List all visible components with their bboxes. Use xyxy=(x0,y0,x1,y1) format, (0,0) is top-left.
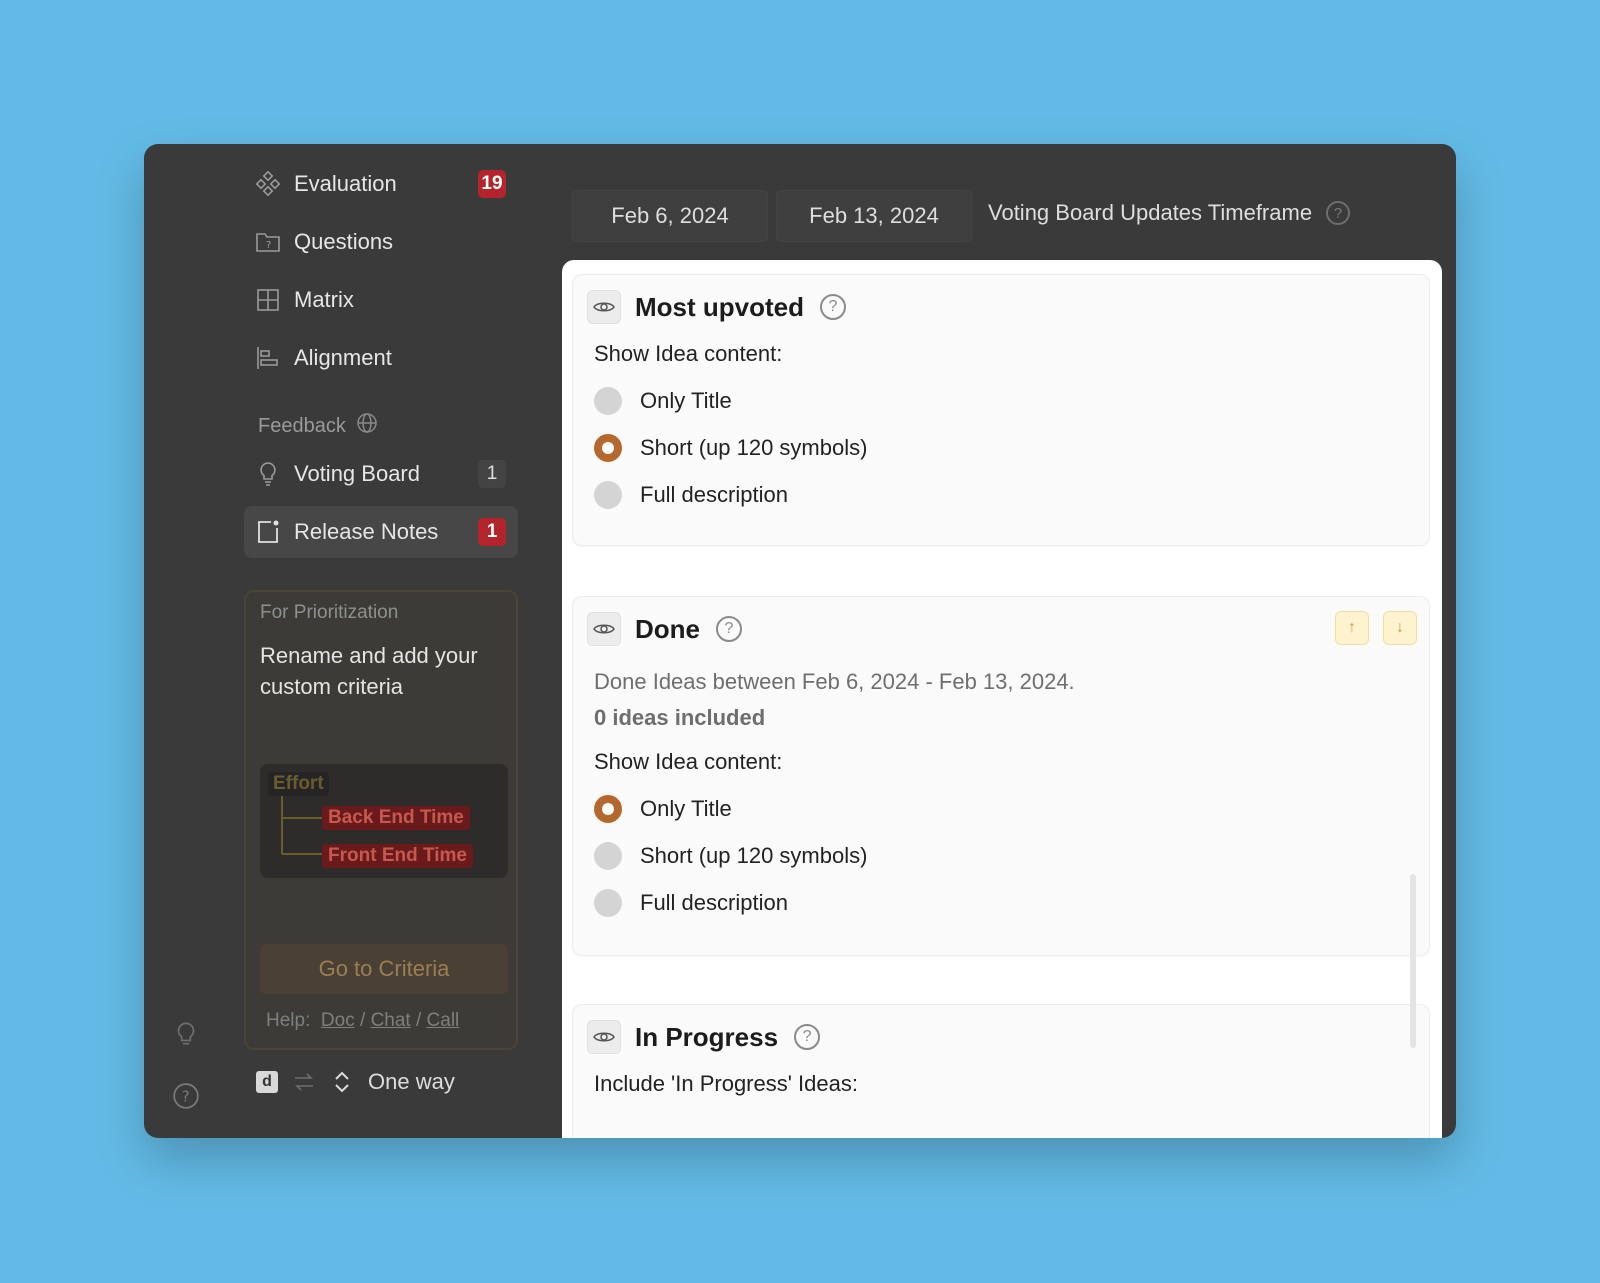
two-way-sync-icon[interactable] xyxy=(292,1071,316,1093)
promo-text: Rename and add your custom criteria xyxy=(260,643,478,699)
count-badge: 1 xyxy=(478,460,506,488)
card-title: Most upvoted xyxy=(635,291,804,322)
radio-button[interactable] xyxy=(594,387,622,415)
sidebar-item-label: Evaluation xyxy=(294,171,397,196)
radio-button-checked[interactable] xyxy=(594,795,622,823)
svg-text:?: ? xyxy=(182,1087,190,1105)
evaluation-icon xyxy=(254,170,282,198)
start-date-tab[interactable]: Feb 6, 2024 xyxy=(572,190,768,242)
sidebar-item-alignment[interactable]: Alignment xyxy=(244,332,518,384)
help-icon[interactable]: ? xyxy=(1326,201,1351,225)
radio-short[interactable]: Short (up 120 symbols) xyxy=(594,842,867,870)
eye-icon xyxy=(593,302,615,312)
radio-only-title[interactable]: Only Title xyxy=(594,387,732,415)
matrix-icon xyxy=(254,286,282,314)
help-icon[interactable]: ? xyxy=(172,1082,200,1110)
sidebar: Evaluation 19 ? Questions Matrix Alignme… xyxy=(144,144,544,1138)
lightbulb-icon xyxy=(254,460,282,488)
radio-full-description[interactable]: Full description xyxy=(594,889,788,917)
release-notes-icon xyxy=(254,518,282,546)
help-link-call[interactable]: Call xyxy=(427,1010,460,1031)
sidebar-item-label: Questions xyxy=(294,229,394,254)
sidebar-item-evaluation[interactable]: Evaluation 19 xyxy=(244,158,518,210)
radio-only-title[interactable]: Only Title xyxy=(594,795,732,823)
sync-mode-label[interactable]: One way xyxy=(368,1069,455,1095)
radio-button[interactable] xyxy=(594,889,622,917)
show-content-label: Show Idea content: xyxy=(594,749,783,774)
sidebar-item-questions[interactable]: ? Questions xyxy=(244,216,518,268)
include-label: Include 'In Progress' Ideas: xyxy=(594,1071,858,1096)
eye-icon xyxy=(593,1032,615,1042)
settings-panel: Most upvoted ? Show Idea content: Only T… xyxy=(562,260,1442,1138)
visibility-toggle-button[interactable] xyxy=(587,1020,621,1054)
card-title: In Progress xyxy=(635,1021,779,1052)
app-window: Evaluation 19 ? Questions Matrix Alignme… xyxy=(144,144,1456,1138)
d-app-icon[interactable]: d xyxy=(256,1071,278,1093)
effort-chip: Effort xyxy=(268,772,329,796)
help-links: Help: Doc / Chat / Call xyxy=(266,1010,460,1031)
one-way-sync-icon[interactable] xyxy=(330,1069,354,1095)
sidebar-item-release-notes[interactable]: Release Notes 1 xyxy=(244,506,518,558)
ideas-count: 0 ideas included xyxy=(594,705,766,730)
move-down-button[interactable]: ↓ xyxy=(1383,611,1417,645)
questions-icon: ? xyxy=(254,228,282,256)
radio-full-description[interactable]: Full description xyxy=(594,481,788,509)
sidebar-item-label: Voting Board xyxy=(294,461,420,486)
visibility-toggle-button[interactable] xyxy=(587,612,621,646)
count-badge: 19 xyxy=(478,170,506,198)
globe-icon xyxy=(356,412,378,440)
card-title: Done xyxy=(635,613,700,644)
timeframe-label: Voting Board Updates Timeframe ? xyxy=(988,200,1351,226)
radio-button-checked[interactable] xyxy=(594,434,622,462)
done-description: Done Ideas between Feb 6, 2024 - Feb 13,… xyxy=(594,669,1075,694)
sync-bar: d One way xyxy=(256,1062,455,1102)
sidebar-item-label: Alignment xyxy=(294,345,392,370)
count-badge: 1 xyxy=(478,518,506,546)
radio-button[interactable] xyxy=(594,481,622,509)
go-to-criteria-button[interactable]: Go to Criteria xyxy=(260,944,508,994)
done-card: Done ? ↑ ↓ Done Ideas between Feb 6, 202… xyxy=(572,596,1430,956)
in-progress-card: In Progress ? Include 'In Progress' Idea… xyxy=(572,1004,1430,1138)
end-date-tab[interactable]: Feb 13, 2024 xyxy=(776,190,972,242)
tree-lines-icon xyxy=(281,796,322,855)
promo-label: For Prioritization xyxy=(260,602,399,623)
help-link-chat[interactable]: Chat xyxy=(371,1010,411,1031)
sidebar-item-label: Matrix xyxy=(294,287,354,312)
alignment-icon xyxy=(254,344,282,372)
lightbulb-icon[interactable] xyxy=(172,1020,200,1048)
move-up-button[interactable]: ↑ xyxy=(1335,611,1369,645)
visibility-toggle-button[interactable] xyxy=(587,290,621,324)
help-icon[interactable]: ? xyxy=(794,1024,821,1050)
help-link-doc[interactable]: Doc xyxy=(321,1010,355,1031)
help-icon[interactable]: ? xyxy=(820,294,846,320)
radio-button[interactable] xyxy=(594,842,622,870)
sidebar-item-matrix[interactable]: Matrix xyxy=(244,274,518,326)
svg-text:?: ? xyxy=(266,240,271,251)
radio-short[interactable]: Short (up 120 symbols) xyxy=(594,434,867,462)
scrollbar[interactable] xyxy=(1410,874,1416,1048)
sidebar-item-label: Release Notes xyxy=(294,519,439,544)
show-content-label: Show Idea content: xyxy=(594,341,783,366)
front-end-time-chip: Front End Time xyxy=(322,844,473,868)
section-label-feedback: Feedback xyxy=(258,412,378,440)
eye-icon xyxy=(593,624,615,634)
criteria-preview-image: Effort Back End Time Front End Time xyxy=(260,764,508,878)
help-icon[interactable]: ? xyxy=(716,616,742,642)
most-upvoted-card: Most upvoted ? Show Idea content: Only T… xyxy=(572,274,1430,546)
sidebar-item-voting-board[interactable]: Voting Board 1 xyxy=(244,448,518,500)
back-end-time-chip: Back End Time xyxy=(322,806,470,830)
prioritization-promo: For Prioritization Rename and add your c… xyxy=(244,590,518,1050)
